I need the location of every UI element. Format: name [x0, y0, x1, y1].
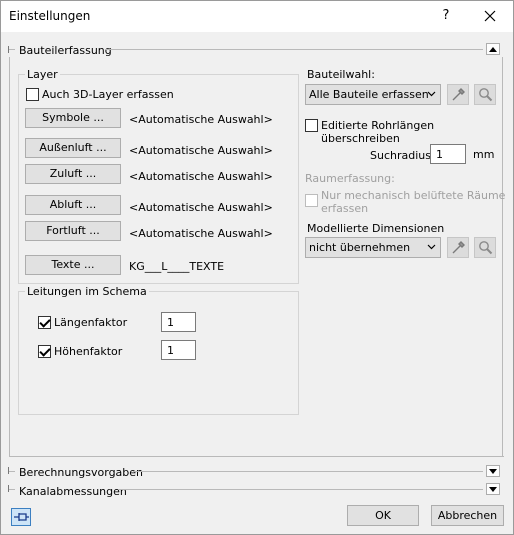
magnifier-icon [479, 241, 493, 255]
eyedropper-icon [452, 241, 465, 254]
window-title: Einstellungen [9, 9, 91, 23]
edit-pipe-checkbox[interactable] [305, 119, 318, 132]
dimensionen-label: Modellierte Dimensionen [307, 222, 445, 235]
schema-group-title: Leitungen im Schema [25, 285, 149, 298]
bauteilwahl-label: Bauteilwahl: [307, 68, 375, 81]
raum-checkbox[interactable] [305, 194, 318, 207]
hoehenfaktor-checkbox[interactable] [38, 345, 51, 358]
raum-label-line2: erfassen [321, 202, 369, 215]
chevron-down-icon [427, 91, 436, 97]
section-kanalabmessungen-expand-button[interactable] [486, 483, 500, 495]
dimensionen-pick-button[interactable] [447, 237, 469, 258]
raumerfassung-label: Raumerfassung: [305, 172, 395, 185]
include-3d-label: Auch 3D-Layer erfassen [42, 88, 174, 101]
close-icon [484, 10, 496, 22]
bauteilwahl-select[interactable]: Alle Bauteile erfassen [305, 84, 441, 105]
include-3d-checkbox[interactable] [26, 88, 39, 101]
help-button[interactable]: ? [435, 5, 457, 27]
fortluft-value: <Automatische Auswahl> [129, 227, 273, 240]
section-berechnungsvorgaben-expand-button[interactable] [486, 465, 500, 477]
raum-label-line1: Nur mechanisch belüftete Räume [321, 189, 506, 202]
eyedropper-icon [452, 88, 465, 101]
laengenfaktor-checkbox[interactable] [38, 316, 51, 329]
abluft-button[interactable]: Abluft ... [25, 195, 121, 215]
title-bar: Einstellungen ? [1, 1, 513, 32]
suchradius-unit: mm [473, 148, 495, 161]
texte-button[interactable]: Texte ... [25, 255, 121, 275]
fortluft-button[interactable]: Fortluft ... [25, 221, 121, 241]
suchradius-label: Suchradius: [370, 149, 435, 162]
layer-group-title: Layer [25, 68, 60, 81]
section-bauteilerfassung-title[interactable]: Bauteilerfassung [19, 44, 112, 57]
section-kanalabmessungen-title[interactable]: Kanalabmessungen [19, 485, 127, 498]
cancel-button[interactable]: Abbrechen [431, 505, 504, 526]
magnifier-icon [479, 88, 493, 102]
bauteilwahl-pick-button[interactable] [447, 84, 469, 105]
dimensionen-value: nicht übernehmen [309, 241, 411, 254]
symbole-button[interactable]: Symbole ... [25, 108, 121, 128]
texte-value: KG___L____TEXTE [129, 260, 225, 273]
hoehenfaktor-label: Höhenfaktor [54, 345, 123, 358]
bauteilwahl-search-button[interactable] [474, 84, 496, 105]
laengenfaktor-input[interactable]: 1 [161, 312, 196, 332]
suchradius-input[interactable]: 1 [430, 144, 466, 164]
bauteilwahl-value: Alle Bauteile erfassen [309, 88, 429, 101]
laengenfaktor-label: Längenfaktor [54, 316, 128, 329]
aussenluft-button[interactable]: Außenluft ... [25, 138, 121, 158]
aussenluft-value: <Automatische Auswahl> [129, 144, 273, 157]
dimensionen-search-button[interactable] [474, 237, 496, 258]
zuluft-value: <Automatische Auswahl> [129, 170, 273, 183]
chevron-down-icon [489, 469, 497, 474]
edit-pipe-label: Editierte Rohrlängen überschreiben [321, 119, 435, 145]
section-collapse-button[interactable] [486, 43, 500, 55]
section-berechnungsvorgaben-title[interactable]: Berechnungsvorgaben [19, 466, 143, 479]
close-button[interactable] [479, 5, 501, 27]
pin-icon [14, 513, 29, 521]
settings-dialog: Einstellungen ? Bauteilerfassung Layer A… [0, 0, 514, 535]
zuluft-button[interactable]: Zuluft ... [25, 164, 121, 184]
dimensionen-select[interactable]: nicht übernehmen [305, 237, 441, 258]
chevron-down-icon [489, 487, 497, 492]
chevron-down-icon [427, 244, 436, 250]
hoehenfaktor-input[interactable]: 1 [161, 340, 196, 360]
ok-button[interactable]: OK [347, 505, 419, 526]
pin-button[interactable] [11, 508, 31, 526]
abluft-value: <Automatische Auswahl> [129, 201, 273, 214]
chevron-up-icon [489, 47, 497, 52]
symbole-value: <Automatische Auswahl> [129, 113, 273, 126]
